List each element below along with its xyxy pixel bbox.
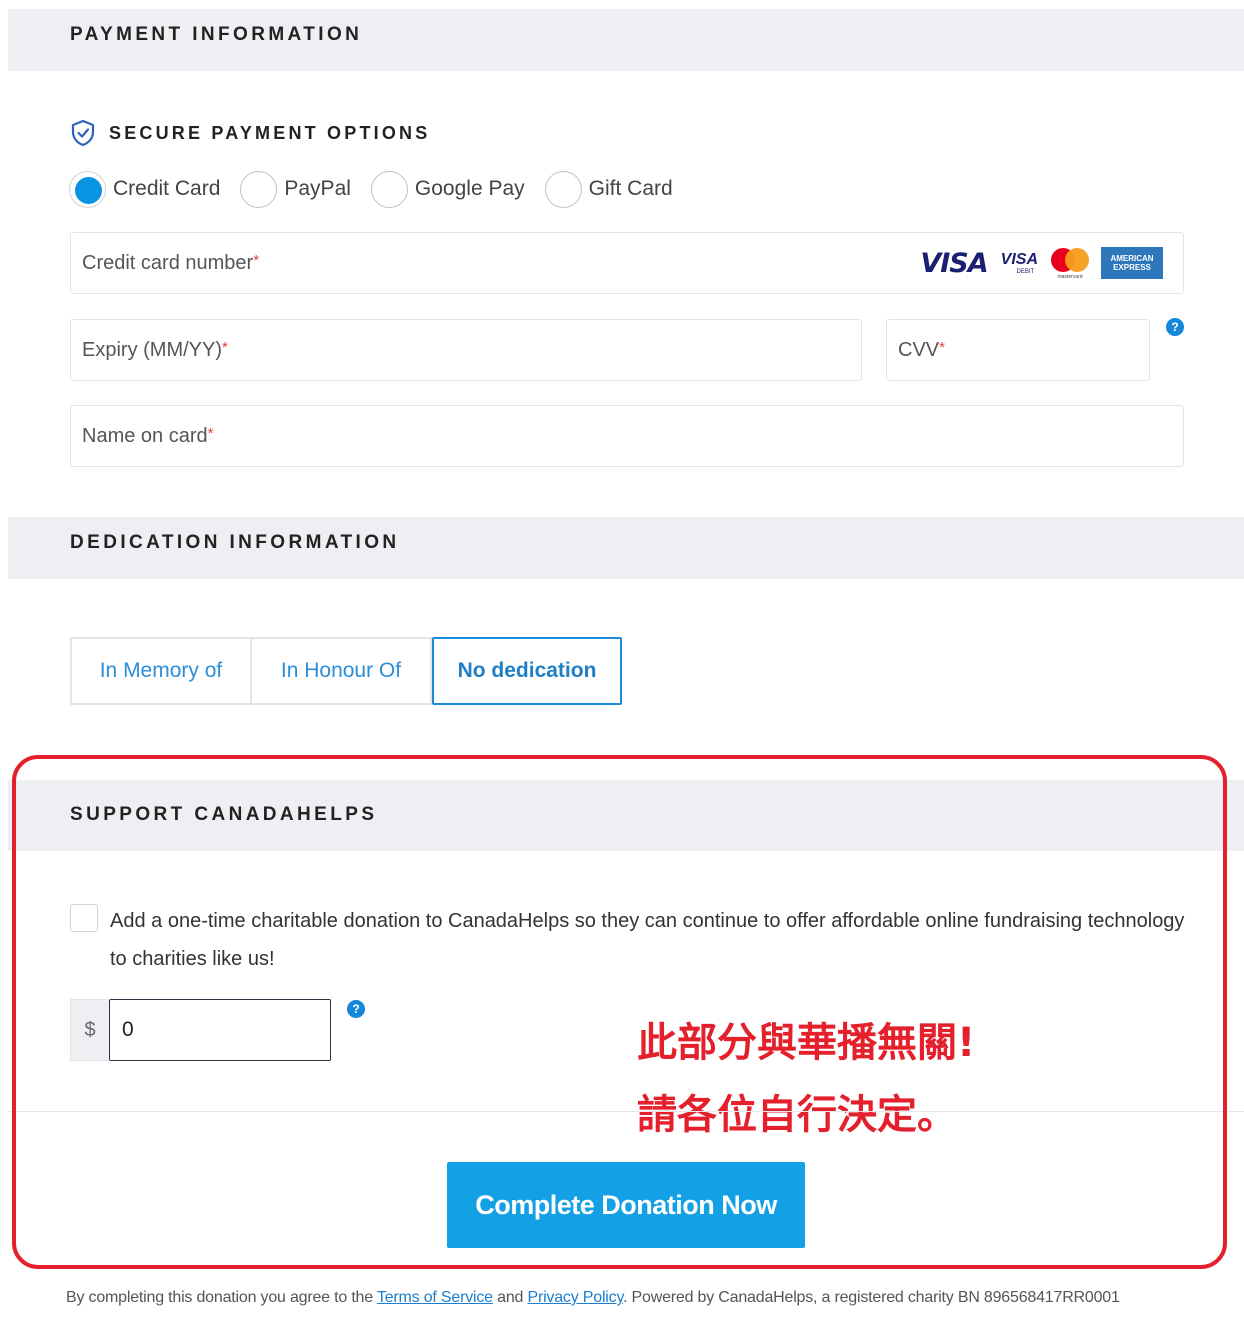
footer-legal-text: By completing this donation you agree to…	[66, 1289, 1120, 1306]
radio-button[interactable]	[240, 170, 278, 208]
name-on-card-placeholder: Name on card*	[82, 425, 214, 447]
support-amount-input[interactable]	[109, 999, 331, 1061]
card-number-placeholder: Credit card number*	[82, 252, 260, 274]
dedication-options: In Memory of In Honour Of No dedication	[70, 637, 622, 705]
radio-label-credit-card: Credit Card	[113, 177, 221, 200]
radio-button[interactable]	[370, 170, 408, 208]
annotation-line-1: 此部分與華播無關!	[637, 1020, 976, 1066]
mastercard-logo: mastercard	[1049, 246, 1091, 280]
cvv-help-icon[interactable]: ?	[1166, 318, 1184, 336]
shield-check-icon	[71, 119, 95, 147]
payment-section-title: PAYMENT INFORMATION	[70, 24, 363, 45]
in-honour-of-button[interactable]: In Honour Of	[252, 637, 432, 705]
radio-button-checked[interactable]	[69, 170, 106, 208]
complete-donation-button[interactable]: Complete Donation Now	[447, 1162, 805, 1248]
expiry-field[interactable]: Expiry (MM/YY)*	[70, 319, 862, 381]
payment-method-radios: Credit Card PayPal Google Pay Gift Card	[69, 170, 693, 208]
amex-logo: AMERICAN EXPRESS	[1101, 247, 1163, 279]
cvv-placeholder: CVV*	[898, 339, 945, 361]
dedication-section-title: DEDICATION INFORMATION	[70, 532, 400, 553]
radio-button[interactable]	[544, 170, 582, 208]
radio-label-paypal: PayPal	[284, 177, 351, 200]
support-donation-text: Add a one-time charitable donation to Ca…	[110, 910, 1185, 970]
card-brand-logos: VISA VISA DEBIT mastercard AMERICAN EXPR…	[920, 245, 1163, 281]
no-dedication-button[interactable]: No dedication	[432, 637, 622, 705]
card-number-field[interactable]: Credit card number* VISA VISA DEBIT mast…	[70, 232, 1184, 294]
radio-label-google-pay: Google Pay	[414, 177, 525, 200]
cvv-field[interactable]: CVV*	[886, 319, 1150, 381]
privacy-policy-link[interactable]: Privacy Policy	[527, 1289, 623, 1306]
amount-help-icon[interactable]: ?	[347, 1000, 365, 1018]
secure-payment-row: SECURE PAYMENT OPTIONS	[70, 119, 430, 147]
dedication-section-header: DEDICATION INFORMATION	[8, 517, 1244, 579]
currency-symbol: $	[70, 999, 109, 1061]
terms-of-service-link[interactable]: Terms of Service	[377, 1289, 493, 1306]
in-memory-of-button[interactable]: In Memory of	[70, 637, 252, 705]
support-amount-group: $	[70, 999, 331, 1061]
radio-credit-card[interactable]: Credit Card	[69, 170, 221, 208]
visa-debit-logo: VISA DEBIT	[1000, 251, 1038, 275]
visa-logo: VISA	[920, 247, 988, 279]
name-on-card-field[interactable]: Name on card*	[70, 405, 1184, 467]
support-donation-checkbox[interactable]	[70, 904, 98, 932]
divider	[8, 1111, 1244, 1112]
radio-gift-card[interactable]: Gift Card	[544, 170, 673, 208]
expiry-placeholder: Expiry (MM/YY)*	[82, 339, 228, 361]
radio-google-pay[interactable]: Google Pay	[370, 170, 525, 208]
support-section-header: SUPPORT CANADAHELPS	[8, 780, 1244, 851]
support-section-title: SUPPORT CANADAHELPS	[70, 804, 378, 825]
radio-label-gift-card: Gift Card	[588, 177, 673, 200]
secure-payment-label: SECURE PAYMENT OPTIONS	[109, 122, 431, 143]
payment-section-header: PAYMENT INFORMATION	[8, 9, 1244, 71]
radio-paypal[interactable]: PayPal	[240, 170, 351, 208]
